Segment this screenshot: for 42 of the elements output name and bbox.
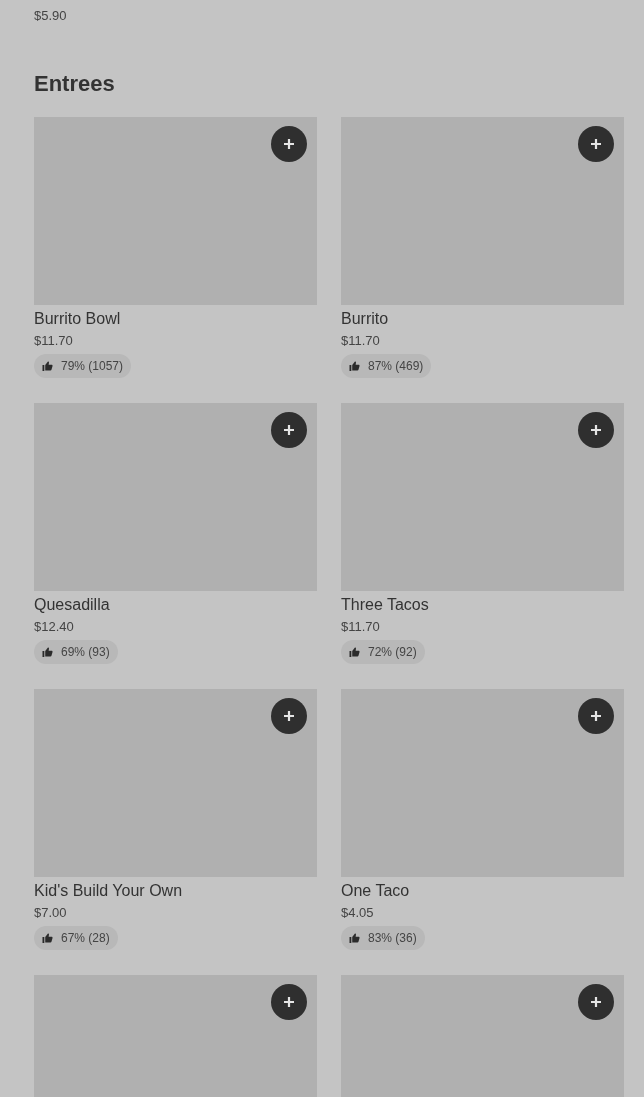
item-name: Three Tacos: [341, 595, 430, 615]
thumbs-up-icon: [349, 647, 360, 657]
plus-icon: [283, 710, 295, 722]
plus-icon: [590, 996, 602, 1008]
rating-text: 69% (93): [61, 644, 110, 661]
plus-icon: [283, 424, 295, 436]
item-name: Quesadilla: [34, 595, 111, 615]
rating-text: 67% (28): [61, 930, 110, 947]
add-button[interactable]: [271, 126, 307, 162]
add-button[interactable]: [271, 412, 307, 448]
add-button[interactable]: [578, 412, 614, 448]
add-button[interactable]: [271, 698, 307, 734]
thumbs-up-icon: [42, 361, 53, 371]
rating-text: 72% (92): [368, 644, 417, 661]
thumbs-up-icon: [349, 933, 360, 943]
item-price: $11.70: [341, 619, 381, 635]
rating-text: 87% (469): [368, 358, 424, 375]
rating-text: 83% (36): [368, 930, 417, 947]
thumbs-up-icon: [42, 933, 53, 943]
item-name: One Taco: [341, 881, 411, 901]
item-price: $5.90: [34, 8, 67, 23]
add-button[interactable]: [578, 984, 614, 1020]
item-price: $7.00: [34, 905, 68, 921]
plus-icon: [590, 138, 602, 150]
section-title: Entrees: [34, 70, 116, 98]
item-price: $11.70: [341, 333, 381, 349]
thumbs-up-icon: [349, 361, 360, 371]
item-price: $4.05: [341, 905, 375, 921]
add-button[interactable]: [578, 698, 614, 734]
plus-icon: [590, 710, 602, 722]
item-name: Burrito: [341, 309, 390, 329]
plus-icon: [283, 138, 295, 150]
rating-text: 79% (1057): [61, 358, 124, 375]
item-name: Kid's Build Your Own: [34, 881, 184, 901]
item-price: $11.70: [34, 333, 74, 349]
item-price: $12.40: [34, 619, 75, 635]
plus-icon: [283, 996, 295, 1008]
thumbs-up-icon: [42, 647, 53, 657]
add-button[interactable]: [271, 984, 307, 1020]
add-button[interactable]: [578, 126, 614, 162]
item-name: Burrito Bowl: [34, 309, 122, 329]
plus-icon: [590, 424, 602, 436]
